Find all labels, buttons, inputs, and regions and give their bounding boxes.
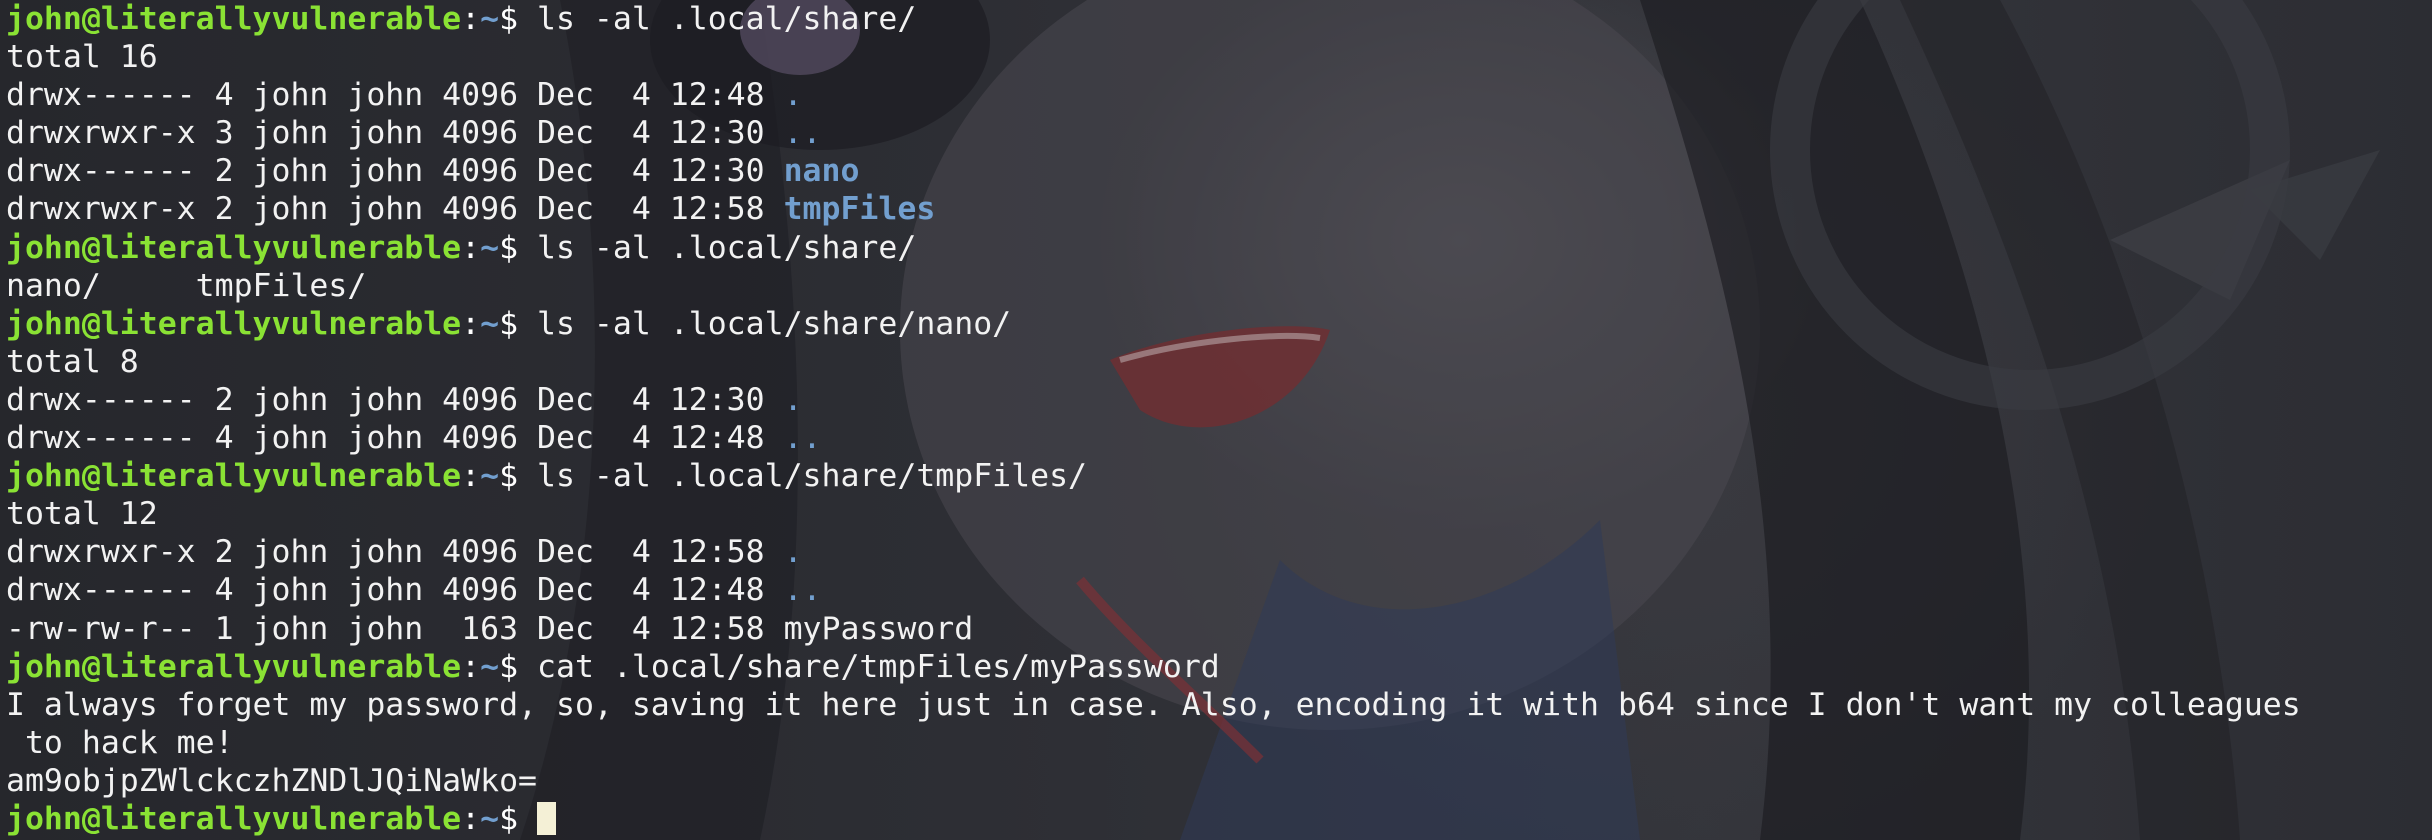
prompt-user-host: john@literallyvulnerable bbox=[6, 305, 462, 342]
prompt-separator: : bbox=[461, 458, 481, 495]
prompt-line: john@literallyvulnerable:~$ ls -al .loca… bbox=[6, 305, 2301, 343]
prompt-path: ~ bbox=[480, 1, 500, 37]
output-line: total 16 bbox=[6, 38, 2301, 76]
output-text: to hack me! bbox=[6, 724, 234, 761]
command-text: ls -al .local/share/ bbox=[537, 1, 917, 37]
output-text: am9objpZWlckczhZNDlJQiNaWko= bbox=[6, 762, 538, 799]
ls-entry: drwx------ 4 john john 4096 Dec 4 12:48 … bbox=[6, 76, 2301, 114]
ls-entry-name: tmpFiles bbox=[783, 191, 936, 228]
prompt-line: john@literallyvulnerable:~$ ls -al .loca… bbox=[6, 457, 2301, 495]
output-line: am9objpZWlckczhZNDlJQiNaWko= bbox=[6, 762, 2301, 800]
ls-entry-details: drwxrwxr-x 2 john john 4096 Dec 4 12:58 bbox=[6, 534, 784, 571]
prompt-separator: : bbox=[461, 305, 481, 342]
ls-entry-details: drwxrwxr-x 2 john john 4096 Dec 4 12:58 bbox=[6, 191, 784, 228]
prompt-separator: : bbox=[461, 229, 481, 266]
prompt-path: ~ bbox=[480, 648, 500, 685]
prompt-symbol: $ bbox=[499, 305, 538, 342]
output-line: total 12 bbox=[6, 495, 2301, 533]
prompt-path: ~ bbox=[480, 458, 500, 495]
prompt-separator: : bbox=[461, 1, 481, 37]
ls-entry-name: myPassword bbox=[783, 610, 974, 647]
text-cursor[interactable] bbox=[537, 801, 557, 835]
prompt-path: ~ bbox=[480, 229, 500, 266]
prompt-symbol: $ bbox=[499, 648, 538, 685]
prompt-user-host: john@literallyvulnerable bbox=[6, 648, 462, 685]
command-text: ls -al .local/share/ bbox=[537, 229, 917, 266]
ls-entry-details: drwx------ 4 john john 4096 Dec 4 12:48 bbox=[6, 77, 784, 114]
terminal-window[interactable]: john@literallyvulnerable:~$ ls -al .loca… bbox=[0, 0, 2432, 840]
prompt-user-host: john@literallyvulnerable bbox=[6, 458, 462, 495]
command-text: ls -al .local/share/nano/ bbox=[537, 305, 1012, 342]
prompt-user-host: john@literallyvulnerable bbox=[6, 229, 462, 266]
output-text: total 8 bbox=[6, 343, 139, 380]
ls-entry: drwxrwxr-x 2 john john 4096 Dec 4 12:58 … bbox=[6, 190, 2301, 228]
prompt-symbol: $ bbox=[499, 1, 538, 37]
prompt-line: john@literallyvulnerable:~$ cat .local/s… bbox=[6, 648, 2301, 686]
prompt-symbol: $ bbox=[499, 800, 538, 837]
prompt-line: john@literallyvulnerable:~$ ls -al .loca… bbox=[6, 229, 2301, 267]
prompt-path: ~ bbox=[480, 800, 500, 837]
prompt-separator: : bbox=[461, 800, 481, 837]
ls-entry: drwx------ 4 john john 4096 Dec 4 12:48 … bbox=[6, 419, 2301, 457]
ls-entry-name: . bbox=[783, 381, 803, 418]
ls-entry-details: drwx------ 2 john john 4096 Dec 4 12:30 bbox=[6, 381, 784, 418]
prompt-line: john@literallyvulnerable:~$ ls -al .loca… bbox=[6, 0, 2301, 38]
ls-entry-name: nano bbox=[783, 153, 860, 190]
ls-entry-details: drwx------ 4 john john 4096 Dec 4 12:48 bbox=[6, 572, 784, 609]
ls-entry-details: drwxrwxr-x 3 john john 4096 Dec 4 12:30 bbox=[6, 115, 784, 152]
output-text: nano/ tmpFiles/ bbox=[6, 267, 367, 304]
prompt-line: john@literallyvulnerable:~$ bbox=[6, 800, 2301, 838]
prompt-path: ~ bbox=[480, 305, 500, 342]
output-text: I always forget my password, so, saving … bbox=[6, 686, 2301, 723]
output-text: total 16 bbox=[6, 39, 158, 76]
prompt-user-host: john@literallyvulnerable bbox=[6, 1, 462, 37]
prompt-separator: : bbox=[461, 648, 481, 685]
ls-entry: drwx------ 2 john john 4096 Dec 4 12:30 … bbox=[6, 152, 2301, 190]
output-line: total 8 bbox=[6, 343, 2301, 381]
ls-entry: drwxrwxr-x 2 john john 4096 Dec 4 12:58 … bbox=[6, 533, 2301, 571]
command-text: ls -al .local/share/tmpFiles/ bbox=[537, 458, 1088, 495]
prompt-symbol: $ bbox=[499, 229, 538, 266]
ls-entry-details: drwx------ 4 john john 4096 Dec 4 12:48 bbox=[6, 420, 784, 457]
ls-entry-name: .. bbox=[783, 572, 822, 609]
prompt-user-host: john@literallyvulnerable bbox=[6, 800, 462, 837]
output-line: I always forget my password, so, saving … bbox=[6, 686, 2301, 724]
ls-entry: drwx------ 2 john john 4096 Dec 4 12:30 … bbox=[6, 381, 2301, 419]
ls-entry-name: .. bbox=[783, 420, 822, 457]
ls-entry-details: drwx------ 2 john john 4096 Dec 4 12:30 bbox=[6, 153, 784, 190]
output-text: total 12 bbox=[6, 496, 158, 533]
ls-entry: -rw-rw-r-- 1 john john 163 Dec 4 12:58 m… bbox=[6, 610, 2301, 648]
ls-entry: drwxrwxr-x 3 john john 4096 Dec 4 12:30 … bbox=[6, 114, 2301, 152]
terminal-output: john@literallyvulnerable:~$ ls -al .loca… bbox=[6, 0, 2301, 838]
ls-entry-name: . bbox=[783, 534, 803, 571]
ls-entry: drwx------ 4 john john 4096 Dec 4 12:48 … bbox=[6, 571, 2301, 609]
output-line: nano/ tmpFiles/ bbox=[6, 267, 2301, 305]
ls-entry-name: . bbox=[783, 77, 803, 114]
ls-entry-name: .. bbox=[783, 115, 822, 152]
ls-entry-details: -rw-rw-r-- 1 john john 163 Dec 4 12:58 bbox=[6, 610, 784, 647]
prompt-symbol: $ bbox=[499, 458, 538, 495]
output-line: to hack me! bbox=[6, 724, 2301, 762]
command-text: cat .local/share/tmpFiles/myPassword bbox=[537, 648, 1220, 685]
